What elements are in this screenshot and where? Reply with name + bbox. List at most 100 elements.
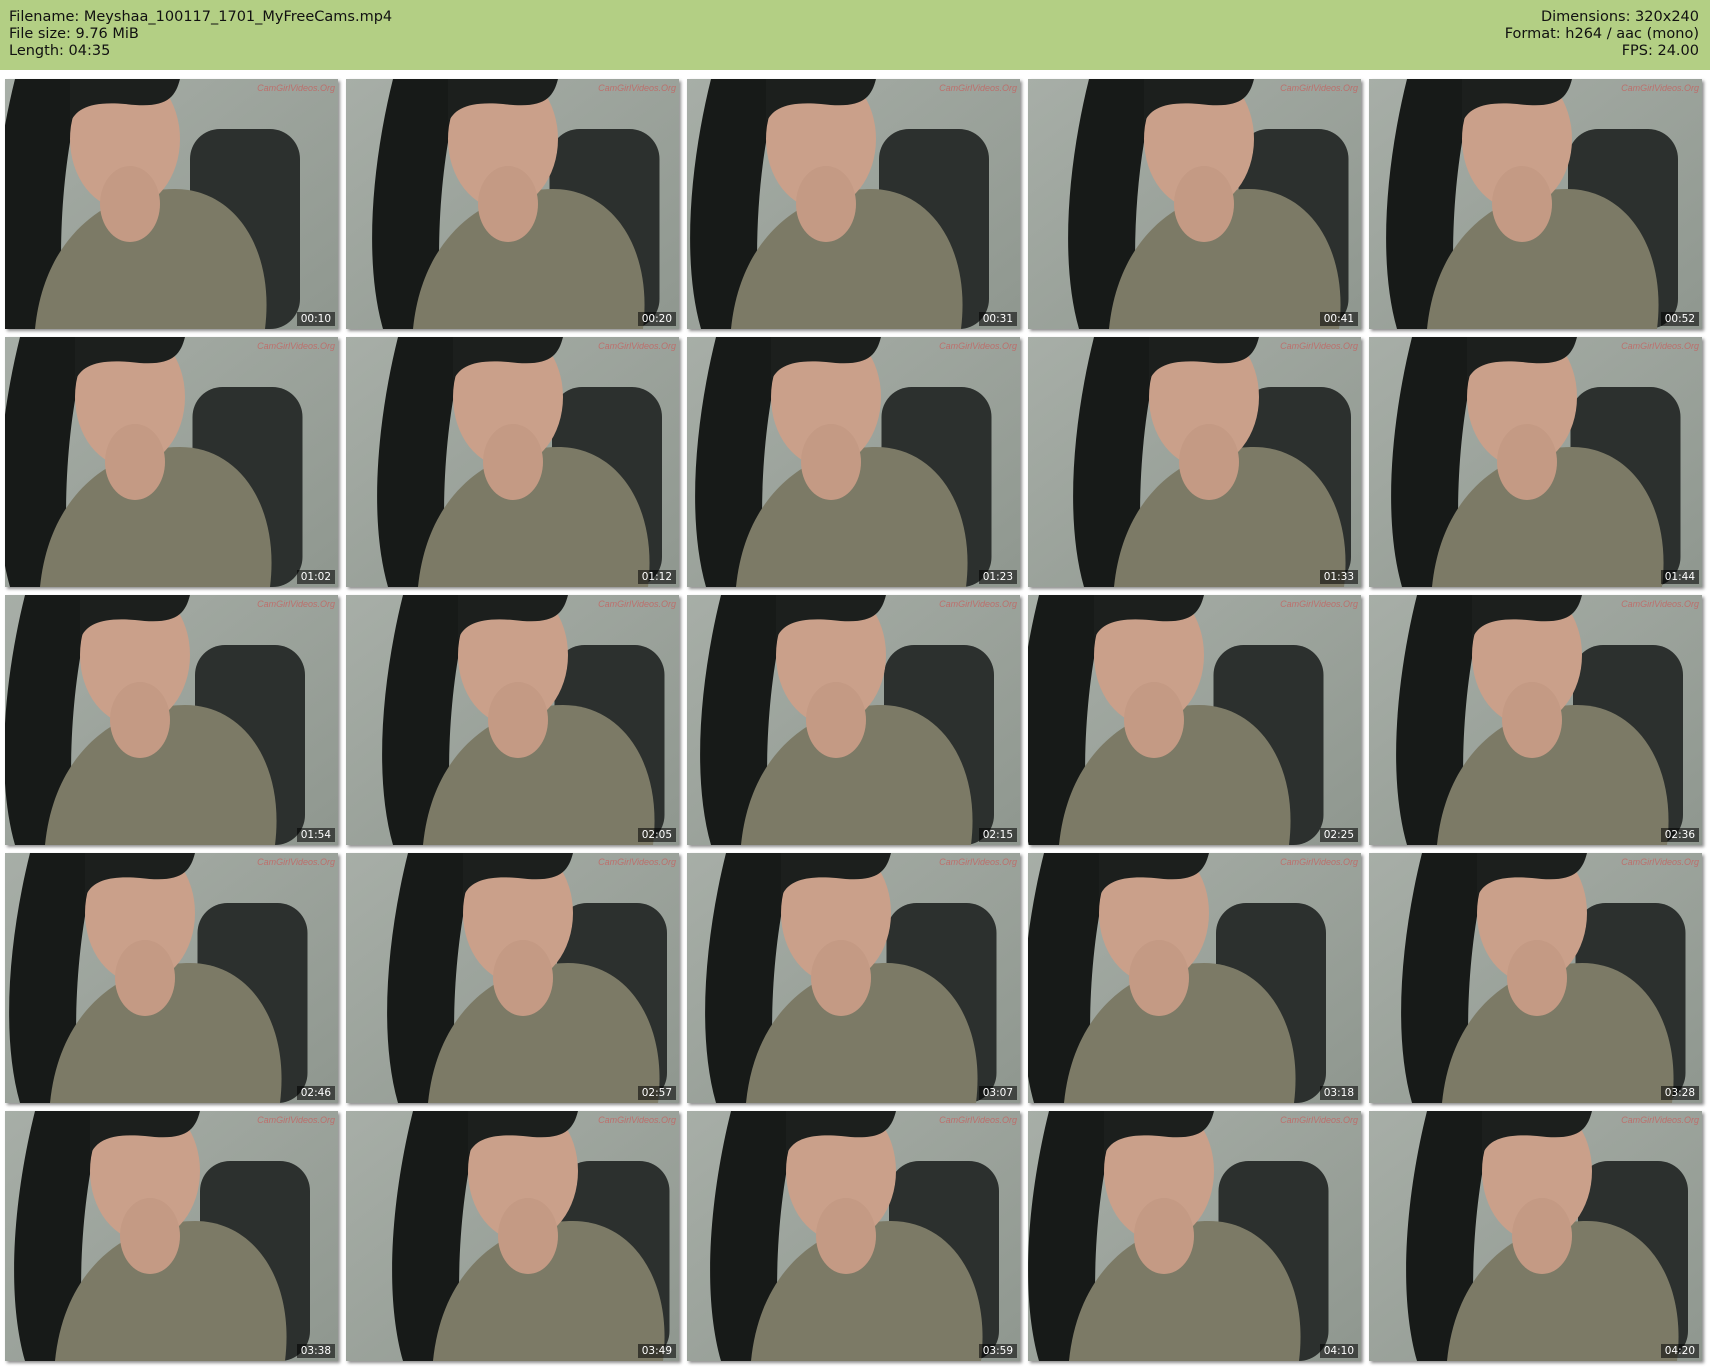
timestamp-label: 01:54 — [296, 828, 335, 842]
timestamp-label: 00:10 — [296, 312, 335, 326]
frame-image — [1369, 1111, 1702, 1361]
timestamp-label: 03:18 — [1319, 1086, 1358, 1100]
watermark-text: CamGirlVideos.Org — [257, 599, 335, 609]
video-thumbnail[interactable]: CamGirlVideos.Org 01:54 — [5, 595, 338, 845]
timestamp-label: 04:20 — [1660, 1344, 1699, 1358]
video-thumbnail[interactable]: CamGirlVideos.Org 02:46 — [5, 853, 338, 1103]
video-thumbnail[interactable]: CamGirlVideos.Org 01:33 — [1028, 337, 1361, 587]
timestamp-label: 04:10 — [1319, 1344, 1358, 1358]
timestamp-label: 00:52 — [1660, 312, 1699, 326]
frame-image — [1369, 853, 1702, 1103]
frame-image — [1028, 853, 1361, 1103]
timestamp-label: 02:15 — [978, 828, 1017, 842]
timestamp-label: 03:59 — [978, 1344, 1017, 1358]
video-thumbnail[interactable]: CamGirlVideos.Org 01:44 — [1369, 337, 1702, 587]
watermark-text: CamGirlVideos.Org — [1280, 1115, 1358, 1125]
video-thumbnail[interactable]: CamGirlVideos.Org 01:23 — [687, 337, 1020, 587]
timestamp-label: 01:12 — [637, 570, 676, 584]
video-thumbnail[interactable]: CamGirlVideos.Org 02:25 — [1028, 595, 1361, 845]
video-thumbnail[interactable]: CamGirlVideos.Org 02:15 — [687, 595, 1020, 845]
video-thumbnail[interactable]: CamGirlVideos.Org 03:49 — [346, 1111, 679, 1361]
frame-image — [5, 595, 338, 845]
video-thumbnail[interactable]: CamGirlVideos.Org 02:05 — [346, 595, 679, 845]
timestamp-label: 01:02 — [296, 570, 335, 584]
video-thumbnail[interactable]: CamGirlVideos.Org 03:38 — [5, 1111, 338, 1361]
frame-image — [1369, 79, 1702, 329]
watermark-text: CamGirlVideos.Org — [598, 857, 676, 867]
watermark-text: CamGirlVideos.Org — [598, 341, 676, 351]
video-thumbnail[interactable]: CamGirlVideos.Org 00:52 — [1369, 79, 1702, 329]
timestamp-label: 00:31 — [978, 312, 1017, 326]
timestamp-label: 02:46 — [296, 1086, 335, 1100]
watermark-text: CamGirlVideos.Org — [1621, 599, 1699, 609]
watermark-text: CamGirlVideos.Org — [257, 341, 335, 351]
frame-image — [5, 337, 338, 587]
frame-image — [687, 79, 1020, 329]
video-thumbnail[interactable]: CamGirlVideos.Org 03:18 — [1028, 853, 1361, 1103]
frame-image — [687, 1111, 1020, 1361]
timestamp-label: 03:49 — [637, 1344, 676, 1358]
video-thumbnail[interactable]: CamGirlVideos.Org 04:10 — [1028, 1111, 1361, 1361]
timestamp-label: 00:41 — [1319, 312, 1358, 326]
frame-image — [1369, 595, 1702, 845]
timestamp-label: 03:38 — [296, 1344, 335, 1358]
video-thumbnail[interactable]: CamGirlVideos.Org 04:20 — [1369, 1111, 1702, 1361]
frame-image — [1028, 595, 1361, 845]
watermark-text: CamGirlVideos.Org — [598, 599, 676, 609]
watermark-text: CamGirlVideos.Org — [1621, 83, 1699, 93]
video-thumbnail[interactable]: CamGirlVideos.Org 02:36 — [1369, 595, 1702, 845]
watermark-text: CamGirlVideos.Org — [1280, 857, 1358, 867]
video-thumbnail[interactable]: CamGirlVideos.Org 00:31 — [687, 79, 1020, 329]
frame-image — [1369, 337, 1702, 587]
timestamp-label: 02:25 — [1319, 828, 1358, 842]
watermark-text: CamGirlVideos.Org — [939, 83, 1017, 93]
video-thumbnail[interactable]: CamGirlVideos.Org 03:28 — [1369, 853, 1702, 1103]
watermark-text: CamGirlVideos.Org — [1621, 341, 1699, 351]
watermark-text: CamGirlVideos.Org — [1621, 1115, 1699, 1125]
frame-image — [5, 79, 338, 329]
video-thumbnail[interactable]: CamGirlVideos.Org 01:02 — [5, 337, 338, 587]
frame-image — [346, 853, 679, 1103]
watermark-text: CamGirlVideos.Org — [939, 1115, 1017, 1125]
timestamp-label: 03:07 — [978, 1086, 1017, 1100]
frame-image — [687, 595, 1020, 845]
watermark-text: CamGirlVideos.Org — [257, 857, 335, 867]
watermark-text: CamGirlVideos.Org — [939, 857, 1017, 867]
watermark-text: CamGirlVideos.Org — [1280, 341, 1358, 351]
watermark-text: CamGirlVideos.Org — [1621, 857, 1699, 867]
frame-image — [346, 1111, 679, 1361]
watermark-text: CamGirlVideos.Org — [1280, 83, 1358, 93]
frame-image — [346, 595, 679, 845]
video-thumbnail[interactable]: CamGirlVideos.Org 01:12 — [346, 337, 679, 587]
video-thumbnail[interactable]: CamGirlVideos.Org 03:59 — [687, 1111, 1020, 1361]
timestamp-label: 01:23 — [978, 570, 1017, 584]
watermark-text: CamGirlVideos.Org — [257, 1115, 335, 1125]
timestamp-label: 02:36 — [1660, 828, 1699, 842]
frame-image — [5, 1111, 338, 1361]
timestamp-label: 01:44 — [1660, 570, 1699, 584]
frame-image — [346, 337, 679, 587]
video-thumbnail[interactable]: CamGirlVideos.Org 00:20 — [346, 79, 679, 329]
watermark-text: CamGirlVideos.Org — [1280, 599, 1358, 609]
timestamp-label: 02:05 — [637, 828, 676, 842]
frame-image — [5, 853, 338, 1103]
timestamp-label: 02:57 — [637, 1086, 676, 1100]
frame-image — [1028, 79, 1361, 329]
video-thumbnail[interactable]: CamGirlVideos.Org 00:10 — [5, 79, 338, 329]
watermark-text: CamGirlVideos.Org — [598, 83, 676, 93]
timestamp-label: 01:33 — [1319, 570, 1358, 584]
watermark-text: CamGirlVideos.Org — [257, 83, 335, 93]
watermark-text: CamGirlVideos.Org — [598, 1115, 676, 1125]
video-thumbnail[interactable]: CamGirlVideos.Org 02:57 — [346, 853, 679, 1103]
thumbnail-grid: CamGirlVideos.Org 00:10 CamGirlVideos.Org 0… — [0, 0, 1710, 1370]
frame-image — [1028, 337, 1361, 587]
frame-image — [687, 853, 1020, 1103]
watermark-text: CamGirlVideos.Org — [939, 599, 1017, 609]
frame-image — [346, 79, 679, 329]
timestamp-label: 03:28 — [1660, 1086, 1699, 1100]
frame-image — [687, 337, 1020, 587]
timestamp-label: 00:20 — [637, 312, 676, 326]
frame-image — [1028, 1111, 1361, 1361]
video-thumbnail[interactable]: CamGirlVideos.Org 03:07 — [687, 853, 1020, 1103]
video-thumbnail[interactable]: CamGirlVideos.Org 00:41 — [1028, 79, 1361, 329]
